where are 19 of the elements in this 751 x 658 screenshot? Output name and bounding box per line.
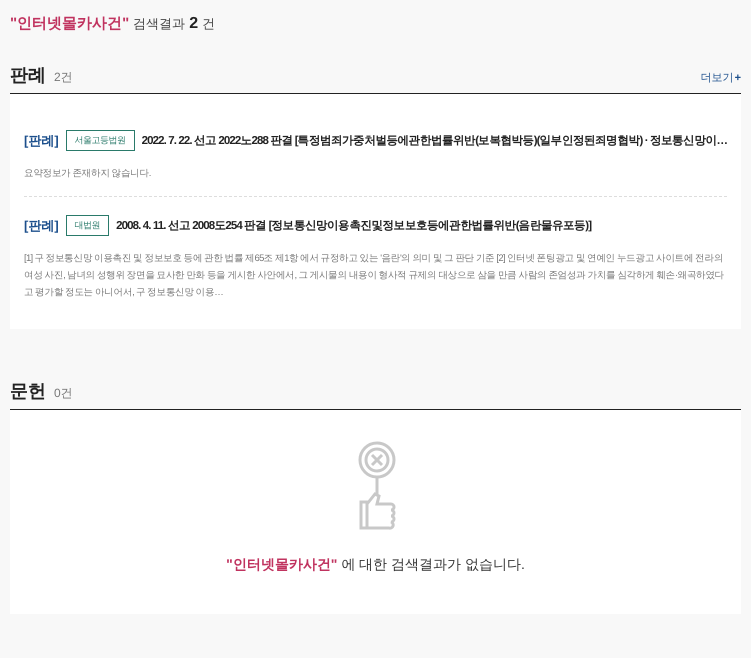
case-title[interactable]: 2022. 7. 22. 선고 2022노288 판결 [특정범죄가중처벌등에관한법률위반(보복협박등)(일부인정된죄명협박) · 정보통신망이… [142, 133, 728, 148]
section-count: 2건 [54, 69, 73, 86]
section-title: 문헌 [10, 380, 46, 404]
section-title: 판례 [10, 64, 46, 87]
court-badge: 서울고등법원 [66, 130, 135, 151]
case-summary: [1] 구 정보통신망 이용촉진 및 정보보호 등에 관한 법률 제65조 제1항 에서 규정하고 있는 '음란'의 의미 및 그 판단 기준 [2] 인터넷 폰팅광고 및 연예인 누드광고 사이트에 전라의 여성 사진, 남녀의 성행위 장면을 묘사한 만화 등을 게시한 사안에서, 그 게시물의 내용이 형사적 규제의 대상으로 삼을 만큼 사람의 존엄성과 가치를 심각하게 훼손·왜곡하였다고 평가할 정도는 아니어서, 구 정보통신망 이용… [24, 252, 726, 300]
case-summary: 요약정보가 존재하지 않습니다. [24, 167, 152, 181]
more-link[interactable]: 더보기+ [700, 70, 741, 85]
type-tag: [판례] [24, 132, 59, 150]
empty-message: 에 대한 검색결과가 없습니다. [341, 556, 525, 572]
empty-query: "인터넷몰카사건" [226, 556, 338, 572]
section-count: 0건 [54, 385, 73, 402]
result-label: 검색결과 [133, 15, 186, 33]
type-tag: [판례] [24, 216, 59, 235]
result-unit: 건 [202, 15, 216, 33]
result-count: 2 [189, 15, 198, 33]
court-badge: 대법원 [66, 215, 110, 236]
search-query: "인터넷몰카사건" [10, 14, 130, 33]
case-title[interactable]: 2008. 4. 11. 선고 2008도254 판결 [정보통신망이용촉진및정보보호등에관한법률위반(음란물유포등)] [116, 218, 592, 234]
